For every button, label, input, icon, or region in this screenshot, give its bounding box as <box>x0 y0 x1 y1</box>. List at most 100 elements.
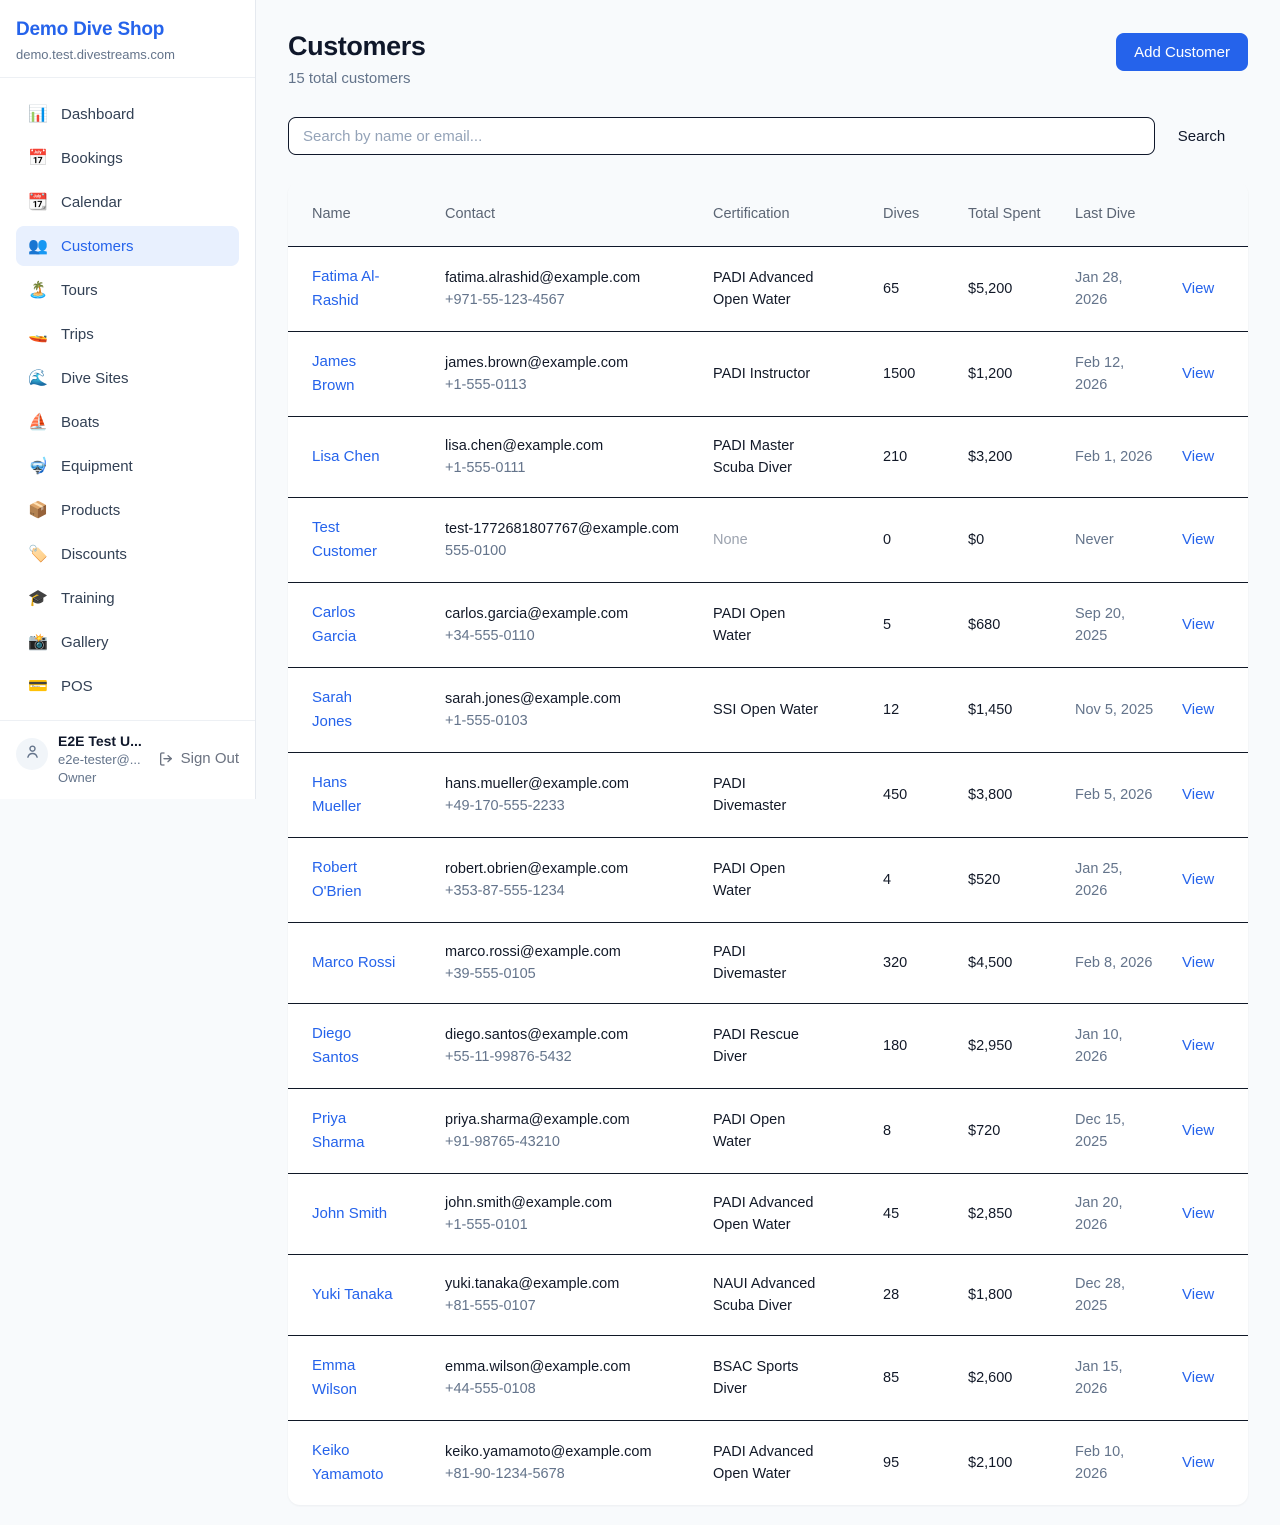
customer-email: robert.obrien@example.com <box>445 858 689 880</box>
view-customer-link[interactable]: View <box>1182 531 1214 548</box>
table-row: Keiko Yamamoto keiko.yamamoto@example.co… <box>288 1420 1248 1505</box>
customer-last-dive: Never <box>1063 497 1170 582</box>
view-customer-link[interactable]: View <box>1182 1454 1214 1471</box>
view-customer-link[interactable]: View <box>1182 871 1214 888</box>
customer-email: yuki.tanaka@example.com <box>445 1273 689 1295</box>
customer-total-spent: $2,600 <box>956 1335 1063 1420</box>
customer-dives: 65 <box>871 246 956 331</box>
view-customer-link[interactable]: View <box>1182 1037 1214 1054</box>
customer-name-link[interactable]: Hans Mueller <box>312 774 361 815</box>
sidebar-item-training[interactable]: 🎓 Training <box>16 578 239 618</box>
customer-certification: PADI Open Water <box>701 837 871 922</box>
sidebar-item-tours[interactable]: 🏝️ Tours <box>16 270 239 310</box>
customer-last-dive: Feb 12, 2026 <box>1063 331 1170 416</box>
customer-certification: SSI Open Water <box>701 667 871 752</box>
col-total-spent: Total Spent <box>956 182 1063 246</box>
sidebar-item-products[interactable]: 📦 Products <box>16 490 239 530</box>
customer-last-dive: Jan 15, 2026 <box>1063 1335 1170 1420</box>
customer-name-link[interactable]: Diego Santos <box>312 1025 359 1066</box>
customer-certification: PADI Open Water <box>701 582 871 667</box>
search-button[interactable]: Search <box>1155 128 1248 145</box>
customer-total-spent: $4,500 <box>956 922 1063 1003</box>
view-customer-link[interactable]: View <box>1182 280 1214 297</box>
sidebar-item-gallery[interactable]: 📸 Gallery <box>16 622 239 662</box>
bookings-icon: 📅 <box>28 148 48 168</box>
view-customer-link[interactable]: View <box>1182 1369 1214 1386</box>
search-input[interactable] <box>288 117 1155 155</box>
customer-dives: 320 <box>871 922 956 1003</box>
view-customer-link[interactable]: View <box>1182 448 1214 465</box>
customer-name-link[interactable]: Marco Rossi <box>312 954 395 971</box>
customer-dives: 85 <box>871 1335 956 1420</box>
view-customer-link[interactable]: View <box>1182 954 1214 971</box>
customer-name-link[interactable]: John Smith <box>312 1205 387 1222</box>
table-row: Carlos Garcia carlos.garcia@example.com … <box>288 582 1248 667</box>
customer-total-spent: $520 <box>956 837 1063 922</box>
customer-last-dive: Dec 28, 2025 <box>1063 1254 1170 1335</box>
sidebar-item-bookings[interactable]: 📅 Bookings <box>16 138 239 178</box>
customers-table: Name Contact Certification Dives Total S… <box>288 182 1248 1505</box>
sidebar-item-trips[interactable]: 🚤 Trips <box>16 314 239 354</box>
sidebar-item-pos[interactable]: 💳 POS <box>16 666 239 706</box>
view-customer-link[interactable]: View <box>1182 701 1214 718</box>
view-customer-link[interactable]: View <box>1182 786 1214 803</box>
customer-email: john.smith@example.com <box>445 1192 689 1214</box>
view-customer-link[interactable]: View <box>1182 1122 1214 1139</box>
add-customer-button[interactable]: Add Customer <box>1116 33 1248 71</box>
page-title: Customers <box>288 31 425 62</box>
customer-name-link[interactable]: Fatima Al-Rashid <box>312 268 380 309</box>
customer-dives: 8 <box>871 1088 956 1173</box>
dashboard-icon: 📊 <box>28 104 48 124</box>
sidebar-item-dive-sites[interactable]: 🌊 Dive Sites <box>16 358 239 398</box>
gallery-icon: 📸 <box>28 632 48 652</box>
sidebar-item-label: Equipment <box>61 458 133 475</box>
customer-name-link[interactable]: Test Customer <box>312 519 377 560</box>
discounts-icon: 🏷️ <box>28 544 48 564</box>
customer-phone: +39-555-0105 <box>445 963 689 985</box>
sidebar-item-equipment[interactable]: 🤿 Equipment <box>16 446 239 486</box>
view-customer-link[interactable]: View <box>1182 616 1214 633</box>
view-customer-link[interactable]: View <box>1182 1286 1214 1303</box>
sidebar-item-discounts[interactable]: 🏷️ Discounts <box>16 534 239 574</box>
shop-name: Demo Dive Shop <box>16 19 239 41</box>
customer-email: carlos.garcia@example.com <box>445 603 689 625</box>
table-row: Hans Mueller hans.mueller@example.com +4… <box>288 752 1248 837</box>
sign-out-button[interactable]: Sign Out <box>158 750 239 767</box>
sidebar-item-boats[interactable]: ⛵ Boats <box>16 402 239 442</box>
customer-contact: keiko.yamamoto@example.com +81-90-1234-5… <box>433 1420 701 1505</box>
customer-contact: priya.sharma@example.com +91-98765-43210 <box>433 1088 701 1173</box>
customer-last-dive: Nov 5, 2025 <box>1063 667 1170 752</box>
sidebar-item-dashboard[interactable]: 📊 Dashboard <box>16 94 239 134</box>
customer-name-link[interactable]: Carlos Garcia <box>312 604 356 645</box>
customer-email: keiko.yamamoto@example.com <box>445 1441 689 1463</box>
sidebar-item-calendar[interactable]: 📆 Calendar <box>16 182 239 222</box>
customer-certification: None <box>701 497 871 582</box>
customer-name-link[interactable]: Keiko Yamamoto <box>312 1442 383 1483</box>
view-customer-link[interactable]: View <box>1182 1205 1214 1222</box>
view-customer-link[interactable]: View <box>1182 365 1214 382</box>
col-last-dive: Last Dive <box>1063 182 1170 246</box>
customer-name-link[interactable]: Yuki Tanaka <box>312 1286 393 1303</box>
boats-icon: ⛵ <box>28 412 48 432</box>
customer-name-link[interactable]: Sarah Jones <box>312 689 352 730</box>
user-footer: E2E Test U... e2e-tester@... Owner Sign … <box>0 720 255 799</box>
customer-name-link[interactable]: Lisa Chen <box>312 448 380 465</box>
customer-certification: NAUI Advanced Scuba Diver <box>701 1254 871 1335</box>
customer-dives: 0 <box>871 497 956 582</box>
customer-name-link[interactable]: James Brown <box>312 353 356 394</box>
customer-dives: 180 <box>871 1003 956 1088</box>
sidebar-item-customers[interactable]: 👥 Customers <box>16 226 239 266</box>
customer-total-spent: $680 <box>956 582 1063 667</box>
customer-phone: +353-87-555-1234 <box>445 880 689 902</box>
customer-name-link[interactable]: Robert O'Brien <box>312 859 362 900</box>
table-row: Lisa Chen lisa.chen@example.com +1-555-0… <box>288 416 1248 497</box>
customer-last-dive: Jan 20, 2026 <box>1063 1173 1170 1254</box>
customer-name-link[interactable]: Priya Sharma <box>312 1110 365 1151</box>
customer-dives: 4 <box>871 837 956 922</box>
customer-dives: 5 <box>871 582 956 667</box>
user-info: E2E Test U... e2e-tester@... Owner <box>58 733 148 785</box>
customer-name-link[interactable]: Emma Wilson <box>312 1357 357 1398</box>
table-row: Diego Santos diego.santos@example.com +5… <box>288 1003 1248 1088</box>
customer-contact: test-1772681807767@example.com 555-0100 <box>433 497 701 582</box>
customer-dives: 450 <box>871 752 956 837</box>
